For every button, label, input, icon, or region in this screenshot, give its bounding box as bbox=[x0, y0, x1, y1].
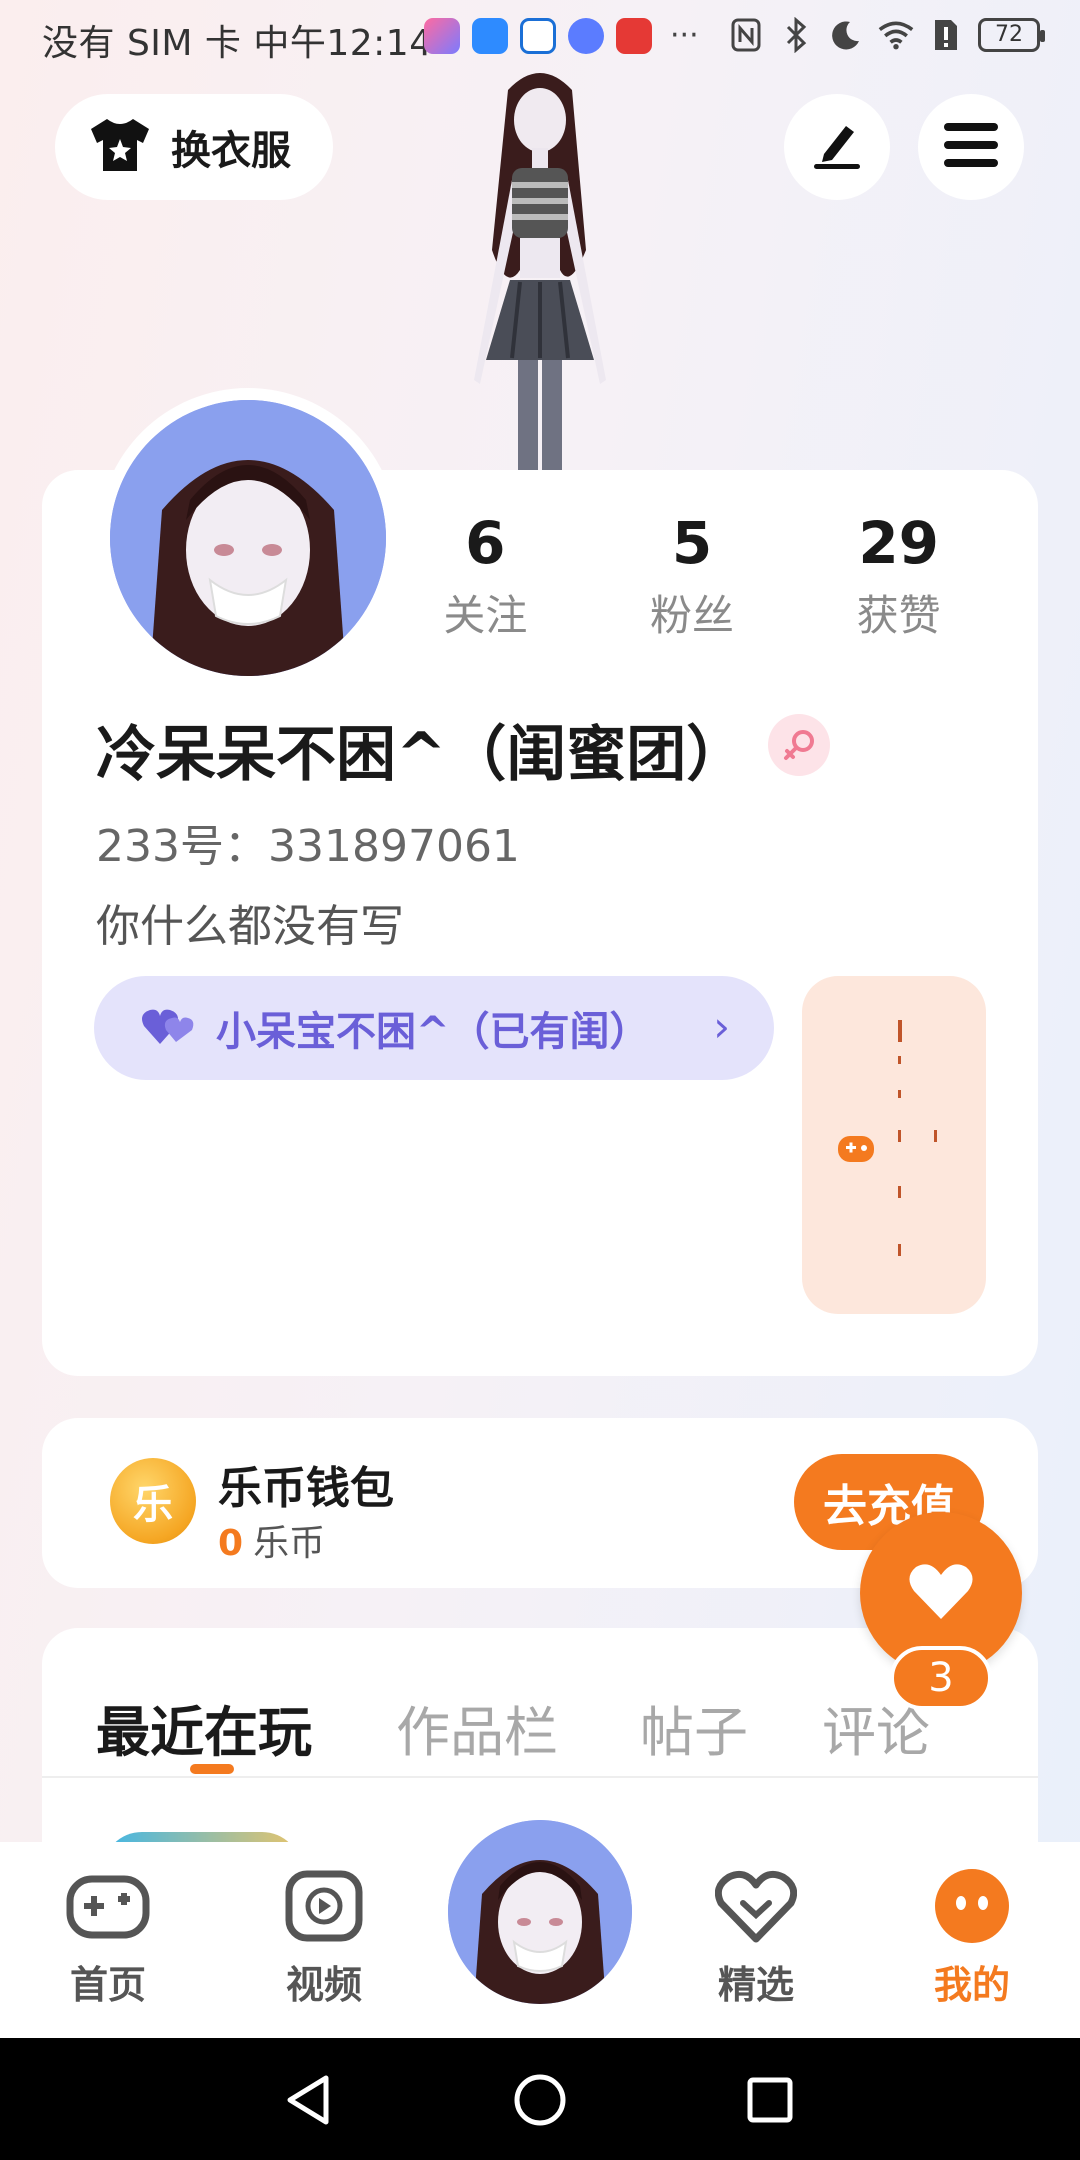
active-tab-indicator bbox=[190, 1764, 234, 1774]
likes-stat[interactable]: 29 获赞 bbox=[795, 508, 1002, 643]
change-outfit-button[interactable]: 换衣服 bbox=[55, 94, 333, 200]
tshirt-icon bbox=[87, 117, 153, 177]
followers-label: 粉丝 bbox=[650, 591, 735, 640]
user-id: 233号：331897061 bbox=[96, 821, 520, 872]
bestie-group-label: 小呆宝不困^（已有闺） bbox=[216, 1009, 650, 1055]
heart-diamond-icon bbox=[711, 1866, 801, 1946]
browser-app-icon bbox=[520, 18, 556, 54]
weather-app-icon bbox=[472, 18, 508, 54]
nav-mine[interactable]: 我的 bbox=[902, 1866, 1042, 2009]
status-indicators: 72 bbox=[728, 16, 1045, 54]
back-icon[interactable] bbox=[280, 2072, 336, 2128]
coin-icon: 乐 bbox=[110, 1458, 196, 1544]
nav-featured-label: 精选 bbox=[717, 1963, 794, 2007]
chevron-right-icon: › bbox=[713, 1002, 730, 1051]
likes-badge: 3 bbox=[890, 1646, 992, 1710]
gamepad-plus-icon bbox=[836, 1128, 876, 1172]
avatar-figure[interactable] bbox=[420, 60, 660, 472]
battery-icon: 72 bbox=[978, 18, 1045, 52]
gamepad-icon bbox=[63, 1866, 153, 1946]
tab-works[interactable]: 作品栏 bbox=[396, 1688, 558, 1767]
sim-alert-icon bbox=[928, 16, 964, 54]
bluetooth-icon bbox=[778, 16, 814, 54]
edit-profile-button[interactable] bbox=[784, 94, 890, 200]
hamburger-icon bbox=[944, 123, 998, 171]
followers-count: 5 bbox=[671, 509, 713, 577]
nav-video-label: 视频 bbox=[285, 1963, 362, 2007]
nav-home[interactable]: 首页 bbox=[38, 1866, 178, 2009]
profile-avatar[interactable] bbox=[98, 388, 398, 688]
pen-icon bbox=[810, 118, 864, 176]
wallet-balance: 0 乐币 bbox=[218, 1514, 325, 1566]
face-icon bbox=[927, 1866, 1017, 1946]
recents-icon[interactable] bbox=[742, 2072, 798, 2128]
tab-posts[interactable]: 帖子 bbox=[640, 1688, 748, 1767]
following-stat[interactable]: 6 关注 bbox=[382, 508, 589, 643]
nickname: 冷呆呆不困^（闺蜜团） bbox=[96, 720, 747, 790]
home-icon[interactable] bbox=[512, 2072, 568, 2128]
menu-button[interactable] bbox=[918, 94, 1024, 200]
heart-icon bbox=[908, 1561, 974, 1625]
system-navigation-bar bbox=[0, 2038, 1080, 2160]
tab-recently-played[interactable]: 最近在玩 bbox=[96, 1688, 312, 1767]
nfc-icon bbox=[728, 16, 764, 54]
moon-icon bbox=[828, 16, 864, 54]
wallet-title: 乐币钱包 bbox=[218, 1463, 394, 1514]
nav-home-label: 首页 bbox=[69, 1963, 146, 2007]
nav-video[interactable]: 视频 bbox=[254, 1866, 394, 2009]
profile-stats: 6 关注 5 粉丝 29 获赞 bbox=[382, 508, 1002, 643]
status-text: 没有 SIM 卡 中午12:14 bbox=[42, 23, 433, 64]
change-outfit-label: 换衣服 bbox=[171, 128, 291, 174]
more-notifications-icon: ··· bbox=[670, 18, 699, 53]
followers-stat[interactable]: 5 粉丝 bbox=[589, 508, 796, 643]
music-app-icon bbox=[568, 18, 604, 54]
wifi-icon bbox=[878, 16, 914, 54]
double-heart-icon bbox=[140, 1006, 196, 1050]
likes-label: 获赞 bbox=[856, 591, 941, 640]
game-shortcut-tile[interactable] bbox=[802, 976, 986, 1314]
bio[interactable]: 你什么都没有写 bbox=[96, 890, 404, 954]
nav-center-avatar[interactable] bbox=[442, 1814, 638, 2010]
store-app-icon bbox=[616, 18, 652, 54]
female-icon bbox=[768, 714, 830, 776]
profile-card: 6 关注 5 粉丝 29 获赞 冷呆呆不困^（闺蜜团） 233号：3318970… bbox=[42, 388, 1038, 1376]
nav-mine-label: 我的 bbox=[933, 1963, 1010, 2007]
tab-divider bbox=[42, 1776, 1038, 1778]
nav-featured[interactable]: 精选 bbox=[686, 1866, 826, 2009]
following-label: 关注 bbox=[443, 591, 528, 640]
wallet-balance-value: 0 bbox=[218, 1523, 244, 1564]
likes-count: 29 bbox=[858, 509, 940, 577]
following-count: 6 bbox=[465, 509, 506, 577]
wallet-balance-unit: 乐币 bbox=[253, 1523, 326, 1564]
status-app-icons: ··· bbox=[424, 18, 699, 54]
progress-marks-icon bbox=[898, 1020, 938, 1264]
video-play-icon bbox=[279, 1866, 369, 1946]
bestie-group-button[interactable]: 小呆宝不困^（已有闺） › bbox=[94, 976, 774, 1080]
notification-app-icon bbox=[424, 18, 460, 54]
